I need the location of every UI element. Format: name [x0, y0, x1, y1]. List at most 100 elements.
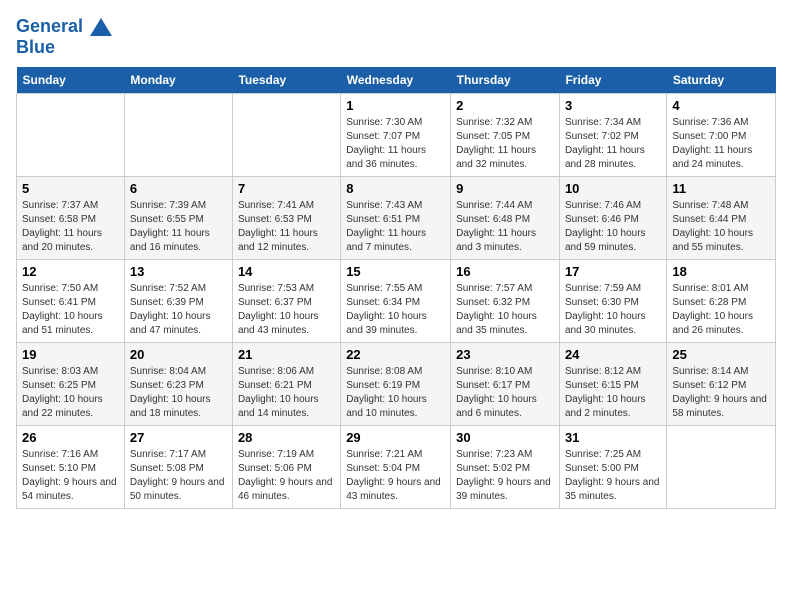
day-number: 3 — [565, 98, 661, 113]
day-number: 8 — [346, 181, 445, 196]
day-info: Sunrise: 7:52 AM Sunset: 6:39 PM Dayligh… — [130, 282, 227, 338]
day-info: Sunrise: 8:10 AM Sunset: 6:17 PM Dayligh… — [456, 365, 554, 421]
day-number: 25 — [672, 347, 770, 362]
page-header: General Blue — [16, 16, 776, 57]
calendar-week-4: 19 Sunrise: 8:03 AM Sunset: 6:25 PM Dayli… — [17, 343, 776, 426]
day-info: Sunrise: 7:34 AM Sunset: 7:02 PM Dayligh… — [565, 116, 661, 172]
day-info: Sunrise: 7:53 AM Sunset: 6:37 PM Dayligh… — [238, 282, 335, 338]
header-thursday: Thursday — [451, 67, 560, 94]
day-number: 5 — [22, 181, 119, 196]
day-info: Sunrise: 7:43 AM Sunset: 6:51 PM Dayligh… — [346, 199, 445, 255]
calendar-cell: 20 Sunrise: 8:04 AM Sunset: 6:23 PM Dayli… — [124, 343, 232, 426]
day-info: Sunrise: 7:48 AM Sunset: 6:44 PM Dayligh… — [672, 199, 770, 255]
day-info: Sunrise: 7:46 AM Sunset: 6:46 PM Dayligh… — [565, 199, 661, 255]
calendar-cell — [124, 94, 232, 177]
day-info: Sunrise: 8:06 AM Sunset: 6:21 PM Dayligh… — [238, 365, 335, 421]
calendar-cell: 15 Sunrise: 7:55 AM Sunset: 6:34 PM Dayli… — [341, 260, 451, 343]
calendar-cell: 26 Sunrise: 7:16 AM Sunset: 5:10 PM Dayli… — [17, 426, 125, 509]
day-number: 27 — [130, 430, 227, 445]
day-info: Sunrise: 7:25 AM Sunset: 5:00 PM Dayligh… — [565, 448, 661, 504]
calendar-cell: 25Sunrise: 8:14 AM Sunset: 6:12 PM Dayli… — [667, 343, 776, 426]
day-number: 13 — [130, 264, 227, 279]
calendar-cell: 3 Sunrise: 7:34 AM Sunset: 7:02 PM Daylig… — [559, 94, 666, 177]
day-number: 19 — [22, 347, 119, 362]
day-info: Sunrise: 8:04 AM Sunset: 6:23 PM Dayligh… — [130, 365, 227, 421]
day-info: Sunrise: 8:01 AM Sunset: 6:28 PM Dayligh… — [672, 282, 770, 338]
day-info: Sunrise: 8:03 AM Sunset: 6:25 PM Dayligh… — [22, 365, 119, 421]
day-number: 30 — [456, 430, 554, 445]
calendar-week-1: 1Sunrise: 7:30 AM Sunset: 7:07 PM Daylig… — [17, 94, 776, 177]
day-number: 10 — [565, 181, 661, 196]
calendar-cell: 13 Sunrise: 7:52 AM Sunset: 6:39 PM Dayli… — [124, 260, 232, 343]
day-number: 11 — [672, 181, 770, 196]
day-info: Sunrise: 7:36 AM Sunset: 7:00 PM Dayligh… — [672, 116, 770, 172]
calendar-cell: 17 Sunrise: 7:59 AM Sunset: 6:30 PM Dayli… — [559, 260, 666, 343]
day-info: Sunrise: 7:37 AM Sunset: 6:58 PM Dayligh… — [22, 199, 119, 255]
day-info: Sunrise: 7:55 AM Sunset: 6:34 PM Dayligh… — [346, 282, 445, 338]
calendar-cell — [232, 94, 340, 177]
logo-text: General Blue — [16, 16, 112, 57]
calendar-header-row: SundayMondayTuesdayWednesdayThursdayFrid… — [17, 67, 776, 94]
calendar-cell: 8 Sunrise: 7:43 AM Sunset: 6:51 PM Daylig… — [341, 177, 451, 260]
calendar-cell: 30 Sunrise: 7:23 AM Sunset: 5:02 PM Dayli… — [451, 426, 560, 509]
day-number: 17 — [565, 264, 661, 279]
calendar-cell: 5 Sunrise: 7:37 AM Sunset: 6:58 PM Daylig… — [17, 177, 125, 260]
header-tuesday: Tuesday — [232, 67, 340, 94]
day-number: 26 — [22, 430, 119, 445]
calendar-cell: 19 Sunrise: 8:03 AM Sunset: 6:25 PM Dayli… — [17, 343, 125, 426]
day-number: 21 — [238, 347, 335, 362]
header-monday: Monday — [124, 67, 232, 94]
calendar-cell: 27 Sunrise: 7:17 AM Sunset: 5:08 PM Dayli… — [124, 426, 232, 509]
calendar-cell: 11 Sunrise: 7:48 AM Sunset: 6:44 PM Dayli… — [667, 177, 776, 260]
day-number: 2 — [456, 98, 554, 113]
calendar-cell: 7 Sunrise: 7:41 AM Sunset: 6:53 PM Daylig… — [232, 177, 340, 260]
day-number: 15 — [346, 264, 445, 279]
day-info: Sunrise: 7:32 AM Sunset: 7:05 PM Dayligh… — [456, 116, 554, 172]
day-number: 23 — [456, 347, 554, 362]
day-number: 4 — [672, 98, 770, 113]
day-number: 9 — [456, 181, 554, 196]
day-number: 6 — [130, 181, 227, 196]
day-number: 22 — [346, 347, 445, 362]
day-info: Sunrise: 7:16 AM Sunset: 5:10 PM Dayligh… — [22, 448, 119, 504]
day-info: Sunrise: 7:57 AM Sunset: 6:32 PM Dayligh… — [456, 282, 554, 338]
calendar-cell: 6 Sunrise: 7:39 AM Sunset: 6:55 PM Daylig… — [124, 177, 232, 260]
calendar-cell: 2 Sunrise: 7:32 AM Sunset: 7:05 PM Daylig… — [451, 94, 560, 177]
day-number: 16 — [456, 264, 554, 279]
day-number: 7 — [238, 181, 335, 196]
day-info: Sunrise: 7:59 AM Sunset: 6:30 PM Dayligh… — [565, 282, 661, 338]
calendar-cell: 24Sunrise: 8:12 AM Sunset: 6:15 PM Dayli… — [559, 343, 666, 426]
day-info: Sunrise: 7:41 AM Sunset: 6:53 PM Dayligh… — [238, 199, 335, 255]
calendar-cell: 28 Sunrise: 7:19 AM Sunset: 5:06 PM Dayli… — [232, 426, 340, 509]
day-number: 28 — [238, 430, 335, 445]
calendar-cell: 21 Sunrise: 8:06 AM Sunset: 6:21 PM Dayli… — [232, 343, 340, 426]
calendar-week-5: 26 Sunrise: 7:16 AM Sunset: 5:10 PM Dayli… — [17, 426, 776, 509]
day-number: 24 — [565, 347, 661, 362]
day-number: 20 — [130, 347, 227, 362]
calendar-cell: 9Sunrise: 7:44 AM Sunset: 6:48 PM Daylig… — [451, 177, 560, 260]
calendar-cell — [667, 426, 776, 509]
calendar-cell: 1Sunrise: 7:30 AM Sunset: 7:07 PM Daylig… — [341, 94, 451, 177]
day-info: Sunrise: 7:23 AM Sunset: 5:02 PM Dayligh… — [456, 448, 554, 504]
calendar-cell: 18 Sunrise: 8:01 AM Sunset: 6:28 PM Dayli… — [667, 260, 776, 343]
calendar-cell — [17, 94, 125, 177]
calendar-cell: 29Sunrise: 7:21 AM Sunset: 5:04 PM Dayli… — [341, 426, 451, 509]
calendar-cell: 16 Sunrise: 7:57 AM Sunset: 6:32 PM Dayli… — [451, 260, 560, 343]
day-info: Sunrise: 7:19 AM Sunset: 5:06 PM Dayligh… — [238, 448, 335, 504]
header-sunday: Sunday — [17, 67, 125, 94]
day-number: 14 — [238, 264, 335, 279]
day-number: 12 — [22, 264, 119, 279]
calendar-week-3: 12Sunrise: 7:50 AM Sunset: 6:41 PM Dayli… — [17, 260, 776, 343]
day-info: Sunrise: 7:17 AM Sunset: 5:08 PM Dayligh… — [130, 448, 227, 504]
day-number: 18 — [672, 264, 770, 279]
header-friday: Friday — [559, 67, 666, 94]
day-info: Sunrise: 7:39 AM Sunset: 6:55 PM Dayligh… — [130, 199, 227, 255]
logo-icon — [90, 18, 112, 36]
calendar-cell: 23 Sunrise: 8:10 AM Sunset: 6:17 PM Dayli… — [451, 343, 560, 426]
day-info: Sunrise: 7:21 AM Sunset: 5:04 PM Dayligh… — [346, 448, 445, 504]
calendar-cell: 31Sunrise: 7:25 AM Sunset: 5:00 PM Dayli… — [559, 426, 666, 509]
calendar-table: SundayMondayTuesdayWednesdayThursdayFrid… — [16, 67, 776, 509]
calendar-cell: 12Sunrise: 7:50 AM Sunset: 6:41 PM Dayli… — [17, 260, 125, 343]
day-info: Sunrise: 7:30 AM Sunset: 7:07 PM Dayligh… — [346, 116, 445, 172]
calendar-week-2: 5 Sunrise: 7:37 AM Sunset: 6:58 PM Daylig… — [17, 177, 776, 260]
